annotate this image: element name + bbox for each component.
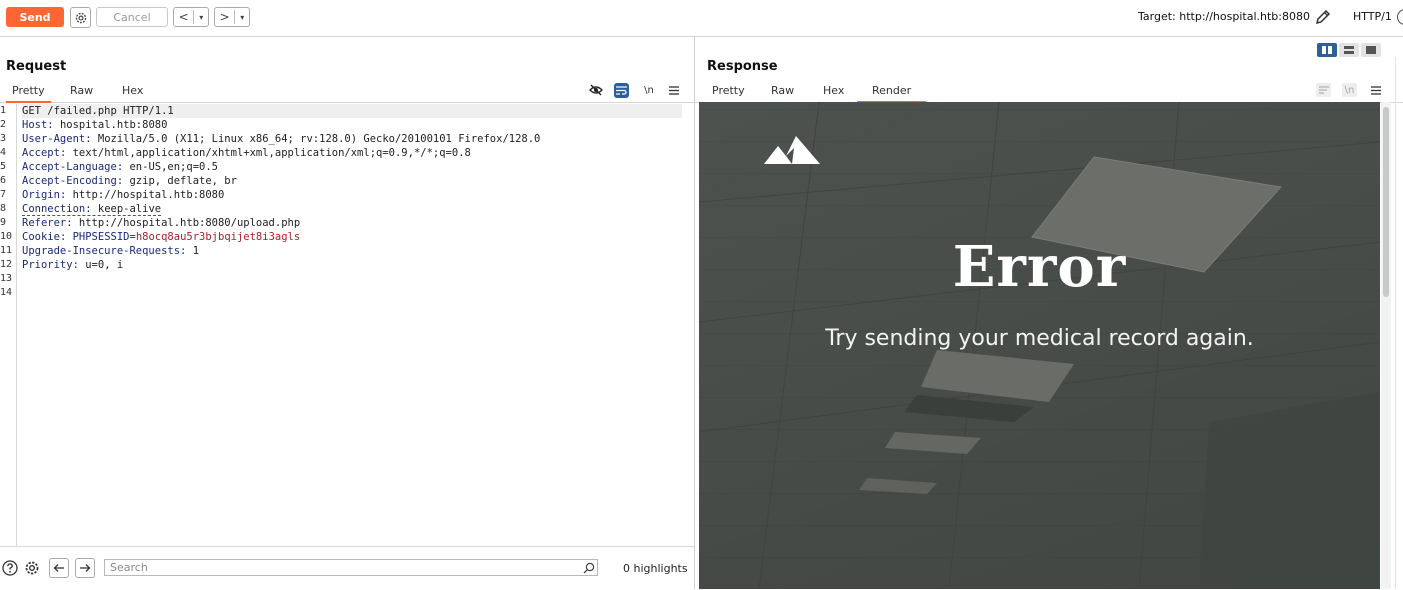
pencil-icon[interactable] bbox=[1314, 8, 1332, 26]
request-code[interactable]: GET /failed.php HTTP/1.1 Host: hospital.… bbox=[22, 104, 682, 300]
request-panel: Request Pretty Raw Hex \n 1 2 3 4 5 6 7 … bbox=[0, 37, 695, 589]
line-number: 4 bbox=[0, 147, 7, 158]
tab-render[interactable]: Render bbox=[857, 83, 927, 103]
back-button[interactable]: < ▾ bbox=[173, 7, 209, 27]
line-number: 10 bbox=[0, 231, 13, 242]
tab-hex[interactable]: Hex bbox=[817, 83, 850, 101]
newline-toggle[interactable]: \n bbox=[1342, 83, 1357, 97]
menu-icon[interactable] bbox=[667, 83, 681, 97]
empty-line[interactable] bbox=[22, 286, 682, 300]
header-line[interactable]: Origin: http://hospital.htb:8080 bbox=[22, 188, 682, 202]
rendered-response[interactable]: Error Try sending your medical record ag… bbox=[699, 102, 1380, 589]
layout-tabs-button[interactable] bbox=[1361, 43, 1381, 57]
header-line[interactable]: Accept-Language: en-US,en;q=0.5 bbox=[22, 160, 682, 174]
tab-raw[interactable]: Raw bbox=[64, 83, 99, 101]
header-line[interactable]: Accept: text/html,application/xhtml+xml,… bbox=[22, 146, 682, 160]
search-input[interactable] bbox=[104, 559, 598, 576]
next-match-button[interactable] bbox=[75, 558, 95, 578]
error-heading: Error bbox=[952, 234, 1127, 300]
header-line[interactable]: Accept-Encoding: gzip, deflate, br bbox=[22, 174, 682, 188]
tab-pretty[interactable]: Pretty bbox=[6, 83, 51, 103]
columns-icon bbox=[1322, 46, 1332, 54]
line-number: 8 bbox=[0, 203, 7, 214]
wrap-lines-icon[interactable] bbox=[1316, 83, 1331, 97]
chevron-down-icon[interactable]: ▾ bbox=[235, 13, 249, 22]
forward-arrow-icon: > bbox=[215, 10, 236, 24]
line-number-gutter: 1 2 3 4 5 6 7 8 9 10 11 12 13 14 bbox=[0, 104, 17, 546]
line-number: 2 bbox=[0, 119, 7, 130]
tab-raw[interactable]: Raw bbox=[765, 83, 800, 101]
arrow-left-icon bbox=[53, 564, 64, 572]
toolbar: Send Cancel < ▾ > ▾ Target: http://hospi… bbox=[0, 0, 1403, 37]
line-number: 12 bbox=[0, 259, 13, 270]
search-bar: 0 highlights bbox=[0, 546, 694, 590]
tab-pretty[interactable]: Pretty bbox=[706, 83, 751, 101]
highlight-count: 0 highlights bbox=[623, 562, 688, 575]
response-tabs: Pretty Raw Hex Render bbox=[695, 82, 1403, 103]
header-line[interactable]: Priority: u=0, i bbox=[22, 258, 682, 272]
gear-icon bbox=[75, 12, 86, 23]
newline-toggle[interactable]: \n bbox=[642, 83, 656, 97]
line-number: 3 bbox=[0, 133, 7, 144]
send-button[interactable]: Send bbox=[6, 7, 64, 27]
help-icon[interactable] bbox=[2, 560, 18, 576]
line-number: 6 bbox=[0, 175, 7, 186]
line-number: 9 bbox=[0, 217, 7, 228]
error-message: Try sending your medical record again. bbox=[825, 326, 1254, 351]
menu-icon[interactable] bbox=[1369, 83, 1383, 97]
line-number: 1 bbox=[0, 105, 7, 116]
header-line[interactable]: Connection: keep-alive bbox=[22, 202, 682, 216]
layout-stacked-button[interactable] bbox=[1339, 43, 1359, 57]
render-scrollbar-thumb[interactable] bbox=[1383, 107, 1389, 297]
header-line[interactable]: Cookie: PHPSESSID=h8ocq8au5r3bjbqijet8i3… bbox=[22, 230, 682, 244]
layout-toggle bbox=[1317, 43, 1401, 59]
chevron-down-icon[interactable]: ▾ bbox=[194, 13, 208, 22]
line-number: 7 bbox=[0, 189, 7, 200]
header-line[interactable]: Host: hospital.htb:8080 bbox=[22, 118, 682, 132]
single-pane-icon bbox=[1366, 46, 1376, 54]
cancel-button[interactable]: Cancel bbox=[96, 7, 168, 27]
arrow-right-icon bbox=[80, 564, 91, 572]
header-line[interactable]: User-Agent: Mozilla/5.0 (X11; Linux x86_… bbox=[22, 132, 682, 146]
response-title: Response bbox=[707, 59, 778, 74]
header-line[interactable]: Upgrade-Insecure-Requests: 1 bbox=[22, 244, 682, 258]
previous-match-button[interactable] bbox=[49, 558, 69, 578]
mountain-logo-icon bbox=[764, 136, 820, 164]
back-arrow-icon: < bbox=[174, 10, 195, 24]
layout-side-by-side-button[interactable] bbox=[1317, 43, 1337, 57]
hide-eye-icon[interactable] bbox=[589, 83, 603, 97]
search-icon bbox=[583, 562, 595, 574]
line-number: 13 bbox=[0, 273, 13, 284]
response-panel: Response Pretty Raw Hex Render \n Error … bbox=[695, 37, 1403, 589]
forward-button[interactable]: > ▾ bbox=[214, 7, 250, 27]
empty-line[interactable] bbox=[22, 272, 682, 286]
line-number: 5 bbox=[0, 161, 7, 172]
request-editor[interactable]: 1 2 3 4 5 6 7 8 9 10 11 12 13 14 GET /fa… bbox=[0, 104, 694, 546]
request-line[interactable]: GET /failed.php HTTP/1.1 bbox=[22, 104, 682, 118]
http-version-selector[interactable]: HTTP/1 bbox=[1353, 10, 1392, 23]
header-line[interactable]: Referer: http://hospital.htb:8080/upload… bbox=[22, 216, 682, 230]
rows-icon bbox=[1344, 46, 1354, 54]
help-icon[interactable] bbox=[1397, 9, 1403, 25]
panel-scrollbar[interactable] bbox=[1395, 57, 1403, 589]
tab-hex[interactable]: Hex bbox=[116, 83, 149, 101]
send-options-button[interactable] bbox=[70, 7, 91, 28]
gear-icon[interactable] bbox=[24, 560, 40, 576]
wrap-lines-icon[interactable] bbox=[614, 83, 629, 98]
target-label: Target: http://hospital.htb:8080 bbox=[1138, 10, 1310, 23]
line-number: 14 bbox=[0, 287, 13, 298]
request-title: Request bbox=[6, 59, 67, 74]
line-number: 11 bbox=[0, 245, 13, 256]
